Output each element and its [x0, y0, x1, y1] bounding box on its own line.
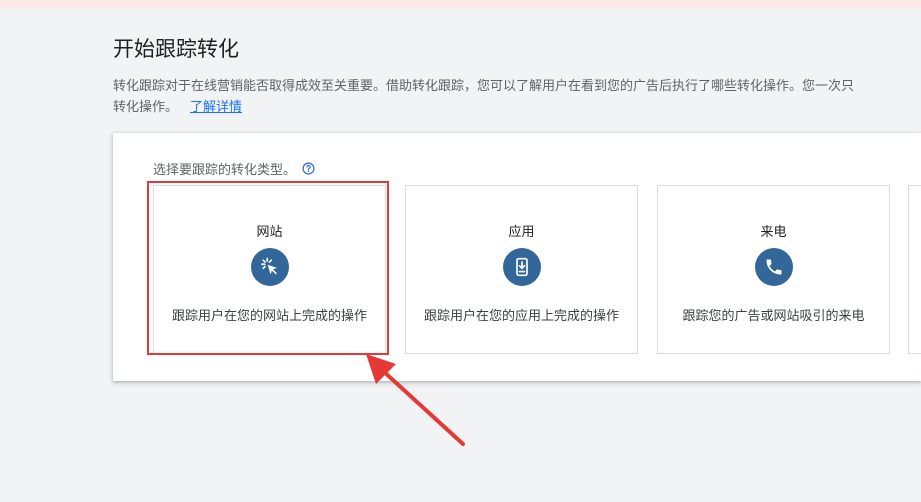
card-phone-calls[interactable]: 来电 跟踪您的广告或网站吸引的来电 — [657, 185, 890, 354]
help-circle-icon[interactable] — [302, 162, 315, 175]
description-line-2: 转化操作。 了解详情 — [113, 97, 921, 118]
top-notification-strip — [0, 0, 921, 8]
conversion-type-panel: 选择要跟踪的转化类型。 网站 跟踪用户在您的网站上完成的操作 应用 跟踪用户在您… — [113, 133, 921, 381]
learn-more-link[interactable]: 了解详情 — [190, 100, 242, 115]
card-website-description: 跟踪用户在您的网站上完成的操作 — [171, 309, 367, 324]
mobile-download-icon — [502, 248, 541, 286]
card-website-title: 网站 — [256, 225, 283, 240]
card-phone-calls-title: 来电 — [760, 225, 787, 240]
page-title: 开始跟踪转化 — [113, 37, 239, 61]
phone-icon — [754, 248, 793, 286]
card-website[interactable]: 网站 跟踪用户在您的网站上完成的操作 — [153, 185, 386, 354]
card-offscreen[interactable] — [908, 185, 921, 354]
conversion-type-prompt: 选择要跟踪的转化类型。 — [153, 159, 315, 178]
page-description: 转化跟踪对于在线营销能否取得成效至关重要。借助转化跟踪，您可以了解用户在看到您的… — [113, 76, 921, 118]
card-app-title: 应用 — [508, 225, 535, 240]
card-phone-calls-description: 跟踪您的广告或网站吸引的来电 — [682, 309, 865, 324]
description-line-1: 转化跟踪对于在线营销能否取得成效至关重要。借助转化跟踪，您可以了解用户在看到您的… — [113, 79, 855, 94]
cursor-click-icon — [250, 248, 289, 286]
prompt-text: 选择要跟踪的转化类型。 — [153, 163, 297, 178]
card-app[interactable]: 应用 跟踪用户在您的应用上完成的操作 — [405, 185, 638, 354]
description-line-2-text: 转化操作。 — [113, 100, 179, 115]
card-app-description: 跟踪用户在您的应用上完成的操作 — [423, 309, 619, 324]
